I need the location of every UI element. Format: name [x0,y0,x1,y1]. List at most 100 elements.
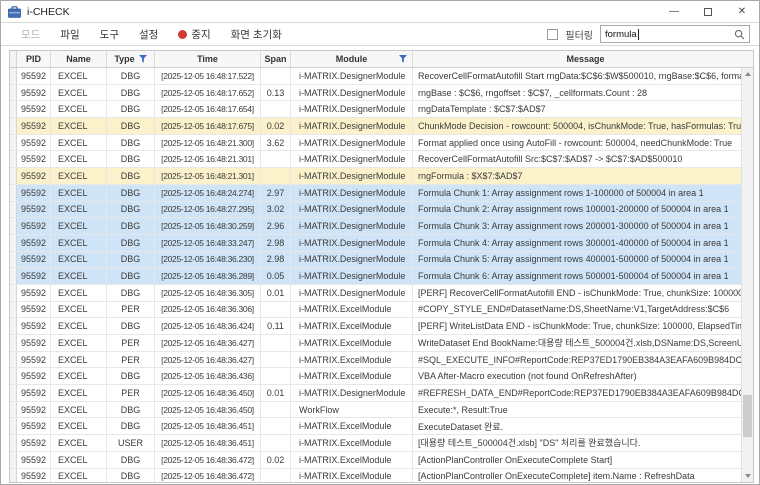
column-header-name[interactable]: Name [51,51,107,67]
menu-item-mode: 모드 [11,24,50,45]
row-indicator [10,435,17,451]
cell-module: i-MATRIX.DesignerModule [291,135,413,151]
cell-time: [2025-12-05 16:48:36.230] [155,252,261,268]
stop-record-icon [178,30,187,39]
log-row[interactable]: 95592 EXCEL DBG [2025-12-05 16:48:21.301… [10,151,741,168]
menu-item-reset-screen[interactable]: 화면 초기화 [221,24,292,45]
cell-name: EXCEL [51,452,107,468]
cell-module: i-MATRIX.DesignerModule [291,268,413,284]
menu-bar: 모드 파일 도구 설정 중지 화면 초기화 필터링 formula [1,23,759,46]
log-row[interactable]: 95592 EXCEL DBG [2025-12-05 16:48:17.522… [10,68,741,85]
maximize-button[interactable] [691,1,725,22]
cell-name: EXCEL [51,268,107,284]
cell-module: i-MATRIX.ExcelModule [291,335,413,351]
row-indicator [10,285,17,301]
cell-pid: 95592 [17,402,51,418]
cell-time: [2025-12-05 16:48:36.424] [155,318,261,334]
column-header-span[interactable]: Span [261,51,291,67]
log-row[interactable]: 95592 EXCEL DBG [2025-12-05 16:48:17.675… [10,118,741,135]
row-indicator [10,185,17,201]
cell-type: DBG [107,101,155,117]
cell-message: rngFormula : $X$7:$AD$7 [413,168,741,184]
log-row[interactable]: 95592 EXCEL DBG [2025-12-05 16:48:36.472… [10,452,741,469]
cell-type: PER [107,352,155,368]
log-row[interactable]: 95592 EXCEL DBG [2025-12-05 16:48:21.300… [10,135,741,152]
log-row[interactable]: 95592 EXCEL USER [2025-12-05 16:48:36.45… [10,435,741,452]
scrollbar-thumb[interactable] [743,395,752,437]
cell-module: i-MATRIX.ExcelModule [291,302,413,318]
scroll-down-icon[interactable] [742,470,753,482]
cell-module: i-MATRIX.DesignerModule [291,85,413,101]
search-icon[interactable] [734,29,745,40]
cell-module: WorkFlow [291,402,413,418]
column-header-type[interactable]: Type [107,51,155,67]
cell-message: RecoverCellFormatAutofill Start rngData:… [413,68,741,84]
cell-type: PER [107,302,155,318]
log-row[interactable]: 95592 EXCEL DBG [2025-12-05 16:48:30.259… [10,218,741,235]
cell-span: 0.02 [261,118,291,134]
menu-item-settings[interactable]: 설정 [129,24,168,45]
menu-item-tools[interactable]: 도구 [90,24,129,45]
cell-time: [2025-12-05 16:48:17.654] [155,101,261,117]
close-button[interactable]: ✕ [725,1,759,22]
filter-checkbox[interactable] [547,29,558,40]
log-row[interactable]: 95592 EXCEL PER [2025-12-05 16:48:36.427… [10,352,741,369]
vertical-scrollbar[interactable] [741,68,753,482]
menu-item-stop-label: 중지 [191,27,210,42]
cell-module: i-MATRIX.DesignerModule [291,252,413,268]
window-title: i-CHECK [27,6,70,18]
menu-item-stop[interactable]: 중지 [168,24,220,45]
log-row[interactable]: 95592 EXCEL DBG [2025-12-05 16:48:36.289… [10,268,741,285]
log-row[interactable]: 95592 EXCEL DBG [2025-12-05 16:48:36.472… [10,469,741,483]
log-row[interactable]: 95592 EXCEL DBG [2025-12-05 16:48:36.305… [10,285,741,302]
cell-type: DBG [107,168,155,184]
row-indicator [10,135,17,151]
log-row[interactable]: 95592 EXCEL DBG [2025-12-05 16:48:17.652… [10,85,741,102]
log-row[interactable]: 95592 EXCEL PER [2025-12-05 16:48:36.306… [10,302,741,319]
log-row[interactable]: 95592 EXCEL DBG [2025-12-05 16:48:36.436… [10,368,741,385]
cell-name: EXCEL [51,435,107,451]
log-row[interactable]: 95592 EXCEL DBG [2025-12-05 16:48:36.424… [10,318,741,335]
log-row[interactable]: 95592 EXCEL DBG [2025-12-05 16:48:36.450… [10,402,741,419]
cell-pid: 95592 [17,85,51,101]
scroll-up-icon[interactable] [742,68,753,80]
row-indicator [10,469,17,483]
log-row[interactable]: 95592 EXCEL DBG [2025-12-05 16:48:27.295… [10,202,741,219]
cell-type: DBG [107,469,155,483]
cell-module: i-MATRIX.DesignerModule [291,202,413,218]
cell-type: DBG [107,368,155,384]
type-filter-icon[interactable] [139,55,147,63]
cell-type: DBG [107,118,155,134]
cell-time: [2025-12-05 16:48:21.300] [155,135,261,151]
cell-name: EXCEL [51,101,107,117]
log-row[interactable]: 95592 EXCEL DBG [2025-12-05 16:48:24.274… [10,185,741,202]
cell-type: DBG [107,318,155,334]
cell-time: [2025-12-05 16:48:21.301] [155,168,261,184]
cell-module: i-MATRIX.DesignerModule [291,285,413,301]
cell-time: [2025-12-05 16:48:36.305] [155,285,261,301]
cell-name: EXCEL [51,285,107,301]
column-header-message[interactable]: Message [413,51,753,67]
row-indicator [10,302,17,318]
log-row[interactable]: 95592 EXCEL DBG [2025-12-05 16:48:17.654… [10,101,741,118]
log-row[interactable]: 95592 EXCEL DBG [2025-12-05 16:48:21.301… [10,168,741,185]
log-row[interactable]: 95592 EXCEL DBG [2025-12-05 16:48:36.230… [10,252,741,269]
search-input[interactable]: formula [600,25,750,43]
column-header-module[interactable]: Module [291,51,413,67]
cell-span: 0.13 [261,85,291,101]
module-filter-icon[interactable] [399,55,407,63]
cell-module: i-MATRIX.ExcelModule [291,435,413,451]
cell-time: [2025-12-05 16:48:36.427] [155,352,261,368]
cell-pid: 95592 [17,118,51,134]
log-row[interactable]: 95592 EXCEL DBG [2025-12-05 16:48:36.451… [10,418,741,435]
menu-item-file[interactable]: 파일 [50,24,89,45]
log-row[interactable]: 95592 EXCEL PER [2025-12-05 16:48:36.450… [10,385,741,402]
cell-pid: 95592 [17,318,51,334]
cell-message: rngDataTemplate : $C$7:$AD$7 [413,101,741,117]
cell-type: DBG [107,252,155,268]
log-row[interactable]: 95592 EXCEL DBG [2025-12-05 16:48:33.247… [10,235,741,252]
log-row[interactable]: 95592 EXCEL PER [2025-12-05 16:48:36.427… [10,335,741,352]
column-header-time[interactable]: Time [155,51,261,67]
minimize-button[interactable]: — [657,1,691,22]
column-header-pid[interactable]: PID [17,51,51,67]
